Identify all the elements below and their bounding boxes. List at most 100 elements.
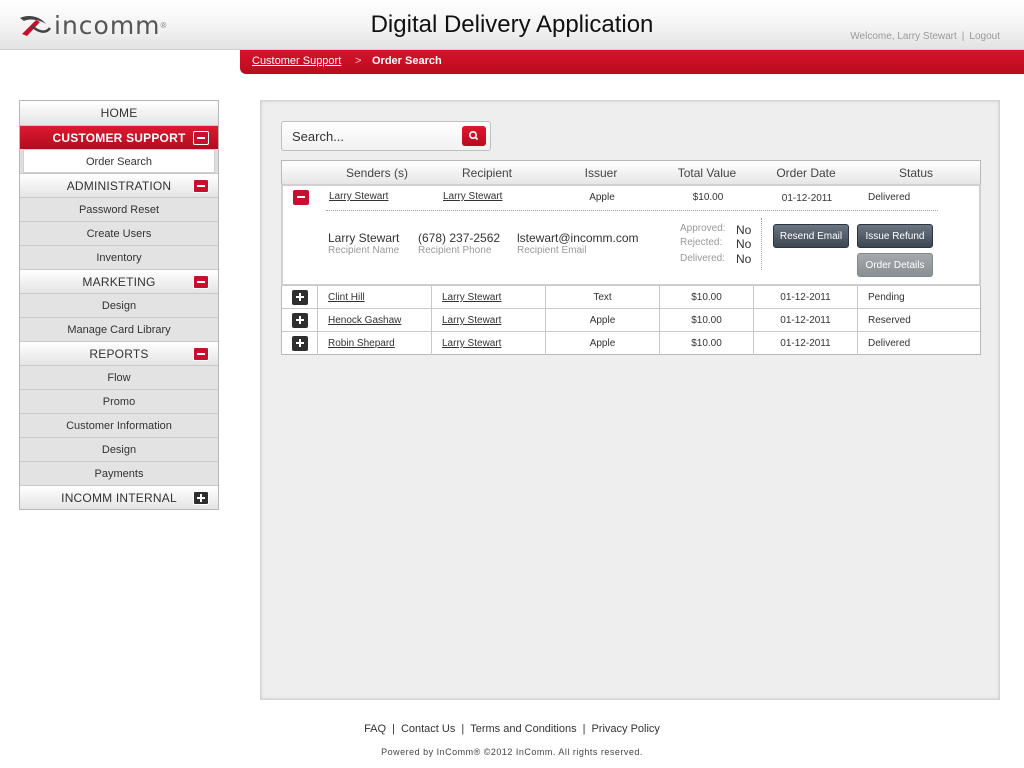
recipient-link[interactable]: Larry Stewart [442, 292, 501, 303]
total-value: $10.00 [659, 286, 753, 309]
approved-label: Approved: [680, 223, 726, 234]
welcome-separator: | [961, 31, 965, 42]
privacy-link[interactable]: Privacy Policy [591, 723, 659, 735]
total-value: $10.00 [692, 192, 724, 203]
recipient-name: Larry Stewart [328, 231, 400, 245]
sidebar-item-promo[interactable]: Promo [20, 389, 218, 413]
contact-us-link[interactable]: Contact Us [401, 723, 455, 735]
approved-value: No [736, 223, 752, 237]
sidebar-section-incomm-internal[interactable]: INCOMM INTERNAL [20, 485, 218, 509]
table-row[interactable]: Clint Hill Larry Stewart Text $10.00 01-… [282, 285, 980, 309]
search-box [281, 121, 491, 151]
search-input[interactable] [287, 126, 459, 147]
expand-icon[interactable] [193, 491, 209, 505]
recipient-name-label: Recipient Name [328, 245, 400, 256]
sidebar-section-label: MARKETING [82, 275, 156, 289]
status-value: Delivered [868, 192, 911, 203]
expand-icon[interactable] [292, 313, 308, 328]
sidebar-item-create-users[interactable]: Create Users [20, 221, 218, 245]
collapse-icon[interactable] [193, 347, 209, 361]
delivered-value: No [736, 252, 752, 266]
order-date-value: 01-12-2011 [781, 193, 833, 204]
sidebar-item-manage-card-library[interactable]: Manage Card Library [20, 317, 218, 341]
breadcrumb: Customer Support > Order Search [240, 50, 1024, 74]
collapse-icon[interactable] [293, 190, 309, 205]
expand-icon[interactable] [292, 290, 308, 305]
recipient-email: lstewart@incomm.com [517, 231, 639, 245]
recipient-email-label: Recipient Email [517, 245, 587, 256]
breadcrumb-current: Order Search [372, 55, 442, 67]
table-header: Senders (s) Recipient Issuer Total Value… [282, 161, 980, 185]
collapse-icon[interactable] [193, 131, 209, 145]
column-total-value[interactable]: Total Value [660, 166, 754, 180]
order-date-value: 01-12-2011 [753, 332, 857, 355]
rejected-value: No [736, 237, 752, 251]
expand-icon[interactable] [292, 336, 308, 351]
sidebar-section-customer-support[interactable]: CUSTOMER SUPPORT [20, 125, 218, 149]
orders-table: Senders (s) Recipient Issuer Total Value… [281, 160, 981, 355]
sidebar-item-customer-information[interactable]: Customer Information [20, 413, 218, 437]
details-divider [326, 210, 938, 211]
column-recipient[interactable]: Recipient [432, 166, 542, 180]
search-icon [469, 131, 479, 141]
sidebar-section-administration[interactable]: ADMINISTRATION [20, 173, 218, 197]
details-vertical-divider [761, 218, 762, 270]
sidebar-section-marketing[interactable]: MARKETING [20, 269, 218, 293]
sidebar-item-reports-design[interactable]: Design [20, 437, 218, 461]
sidebar-item-password-reset[interactable]: Password Reset [20, 197, 218, 221]
table-row[interactable]: Henock Gashaw Larry Stewart Apple $10.00… [282, 308, 980, 332]
main-panel: Senders (s) Recipient Issuer Total Value… [260, 100, 1000, 700]
status-value: Delivered [857, 332, 980, 355]
rejected-label: Rejected: [680, 237, 723, 248]
footer-separator: | [392, 723, 395, 735]
sender-link[interactable]: Larry Stewart [329, 191, 388, 202]
sidebar-item-marketing-design[interactable]: Design [20, 293, 218, 317]
column-status[interactable]: Status [858, 166, 974, 180]
table-row-expanded: Larry Stewart Larry Stewart Apple $10.00… [281, 184, 981, 286]
sidebar-item-order-search[interactable]: Order Search [23, 149, 215, 173]
search-button[interactable] [462, 126, 486, 146]
user-welcome: Welcome, Larry Stewart | Logout [850, 31, 1000, 42]
status-value: Reserved [857, 309, 980, 332]
order-details-button[interactable]: Order Details [857, 253, 933, 277]
table-row[interactable]: Robin Shepard Larry Stewart Apple $10.00… [282, 331, 980, 355]
resend-email-button[interactable]: Resend Email [773, 224, 849, 248]
sidebar-item-inventory[interactable]: Inventory [20, 245, 218, 269]
footer-links: FAQ | Contact Us | Terms and Conditions | Priv… [0, 723, 1024, 735]
sidebar-nav: HOME CUSTOMER SUPPORT Order Search ADMIN… [19, 100, 219, 510]
recipient-link[interactable]: Larry Stewart [442, 338, 501, 349]
recipient-phone-label: Recipient Phone [418, 245, 492, 256]
issue-refund-button[interactable]: Issue Refund [857, 224, 933, 248]
column-senders[interactable]: Senders (s) [322, 166, 432, 180]
collapse-icon[interactable] [193, 275, 209, 289]
recipient-phone: (678) 237-2562 [418, 231, 501, 245]
recipient-link[interactable]: Larry Stewart [443, 191, 502, 202]
sidebar-section-reports[interactable]: REPORTS [20, 341, 218, 365]
total-value: $10.00 [659, 332, 753, 355]
copyright: Powered by InComm® ©2012 InComm. All rig… [381, 747, 643, 757]
sender-link[interactable]: Henock Gashaw [328, 315, 401, 326]
sidebar-item-flow[interactable]: Flow [20, 365, 218, 389]
order-date-value: 01-12-2011 [753, 286, 857, 309]
recipient-link[interactable]: Larry Stewart [442, 315, 501, 326]
faq-link[interactable]: FAQ [364, 723, 386, 735]
welcome-text: Welcome, Larry Stewart [850, 31, 957, 42]
issuer-value: Apple [545, 309, 659, 332]
column-order-date[interactable]: Order Date [754, 166, 858, 180]
logout-link[interactable]: Logout [969, 31, 1000, 42]
total-value: $10.00 [659, 309, 753, 332]
breadcrumb-customer-support-link[interactable]: Customer Support [252, 55, 341, 67]
sidebar-item-payments[interactable]: Payments [20, 461, 218, 485]
sender-link[interactable]: Robin Shepard [328, 338, 395, 349]
terms-link[interactable]: Terms and Conditions [470, 723, 576, 735]
issuer-value: Apple [545, 332, 659, 355]
breadcrumb-separator: > [355, 55, 362, 67]
footer-separator: | [461, 723, 465, 735]
app-header: incomm ® Digital Delivery Application Wel… [0, 0, 1024, 50]
sender-link[interactable]: Clint Hill [328, 292, 365, 303]
sidebar-section-label: INCOMM INTERNAL [61, 491, 177, 505]
sidebar-item-home[interactable]: HOME [20, 101, 218, 125]
column-issuer[interactable]: Issuer [546, 166, 656, 180]
collapse-icon[interactable] [193, 179, 209, 193]
sidebar-section-label: REPORTS [89, 347, 149, 361]
